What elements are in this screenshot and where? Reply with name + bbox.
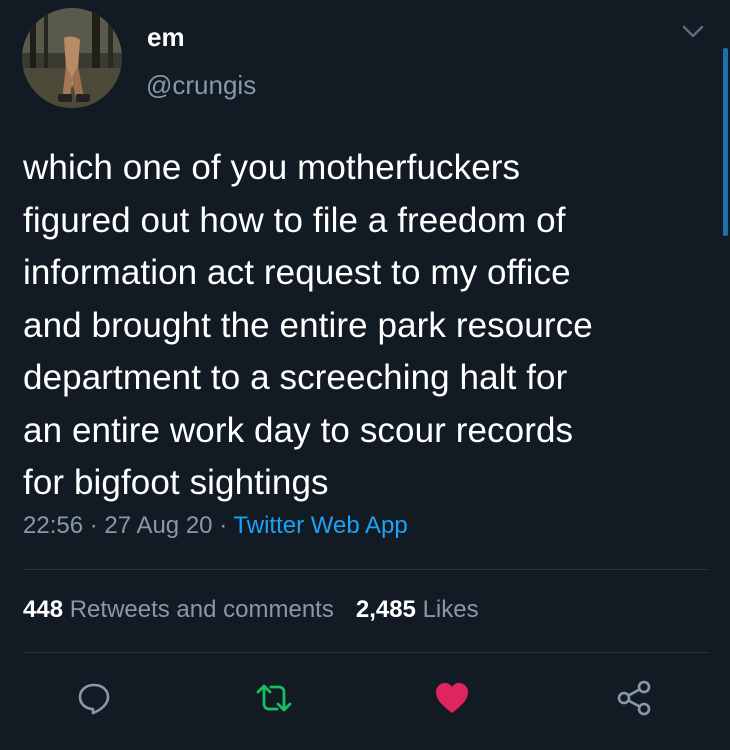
retweets-label: Retweets and comments [69,596,334,623]
tweet-text-line: information act request to my office [23,253,571,292]
chevron-down-icon[interactable] [682,25,704,39]
retweet-button[interactable] [252,676,296,720]
share-button[interactable] [612,676,656,720]
meta-separator: · [89,512,98,539]
retweets-count: 448 [23,596,64,623]
avatar[interactable] [22,8,122,108]
reply-button[interactable] [72,676,116,720]
tweet-text-line: for bigfoot sightings [23,463,329,502]
tweet-text-line: an entire work day to scour records [23,410,574,450]
likes-label: Likes [422,596,479,623]
tweet-stats: 448 Retweets and comments 2,485 Likes [23,596,479,624]
retweets-stat[interactable]: 448 Retweets and comments [23,596,334,623]
avatar-photo [22,8,122,108]
tweet-source-link[interactable]: Twitter Web App [233,512,407,539]
user-handle[interactable]: @crungis [146,70,256,101]
divider [23,652,709,653]
tweet-text: which one of you motherfuckers figured o… [23,142,703,510]
reply-icon [78,683,110,715]
meta-separator: · [219,512,228,539]
retweet-icon [256,684,292,712]
tweet-meta: 22:56 · 27 Aug 20 · Twitter Web App [23,512,408,540]
like-button[interactable] [430,676,474,720]
tweet-time[interactable]: 22:56 [23,512,83,539]
tweet-text-line: figured out how to file a freedom of [23,200,566,240]
tweet-text-line: and brought the entire park resource [23,305,593,345]
tweet-date[interactable]: 27 Aug 20 [104,512,212,539]
likes-stat[interactable]: 2,485 Likes [356,596,479,623]
tweet-text-line: which one of you motherfuckers [23,148,521,187]
tweet-detail: em @crungis which one of you motherfucke… [0,0,730,750]
divider [23,569,709,570]
display-name[interactable]: em [147,22,185,53]
tweet-text-line: department to a screeching halt for [23,358,568,397]
likes-count: 2,485 [355,596,416,623]
heart-icon [436,683,468,713]
share-icon [617,680,651,716]
scrollbar[interactable] [723,48,728,236]
